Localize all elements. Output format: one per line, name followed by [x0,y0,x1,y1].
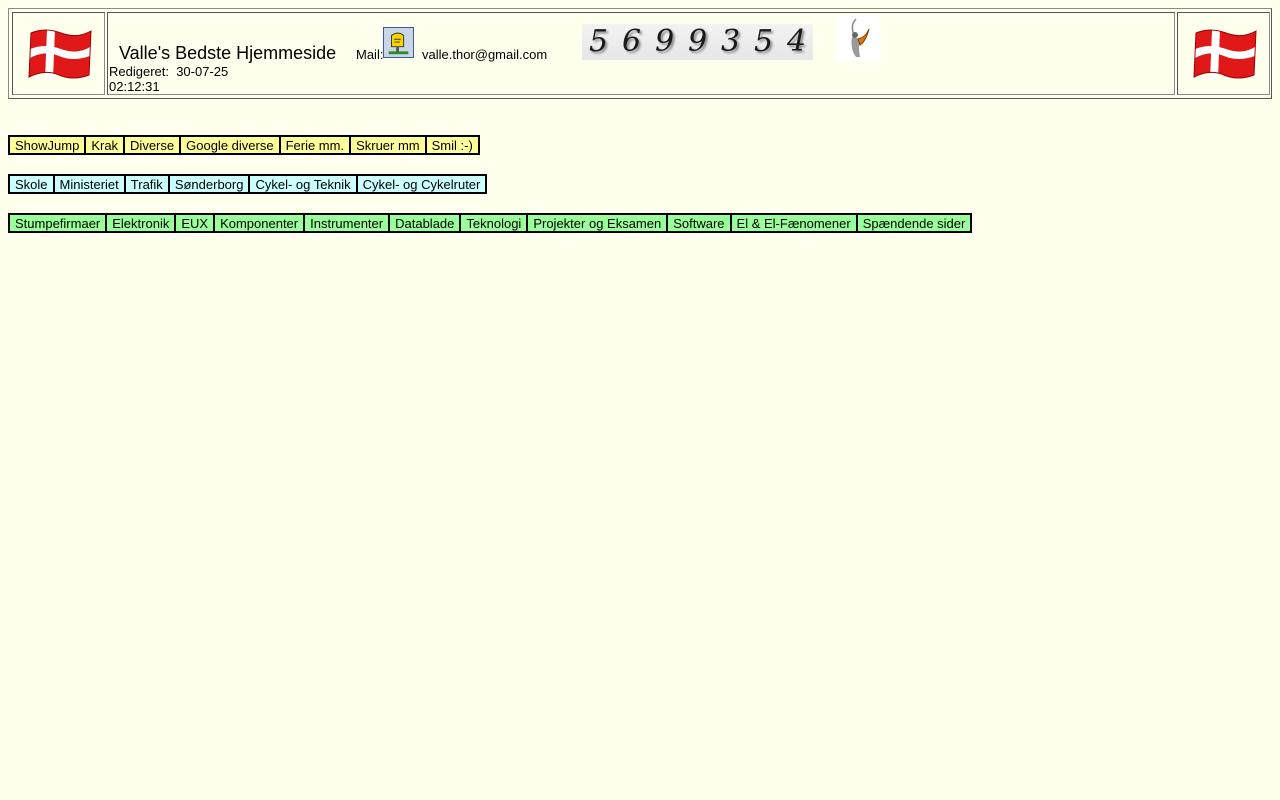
nav-link-datablade[interactable]: Datablade [390,215,462,231]
nav-bar-general: ShowJump Krak Diverse Google diverse Fer… [8,135,480,155]
nav-link-stumpefirmaer[interactable]: Stumpefirmaer [10,215,108,231]
mail-label: Mail: [356,47,384,62]
header-right-cell [1177,12,1270,95]
edited-timestamp: Redigeret: 30-07-25 02:12:31 [109,64,229,94]
nav-link-komponenter[interactable]: Komponenter [215,215,306,231]
mailbox-icon[interactable] [383,27,414,58]
counter-digit: 5 [588,24,609,59]
nav-bar-school-traffic: Skole Ministeriet Trafik Sønderborg Cyke… [8,174,488,194]
nav-link-ferie[interactable]: Ferie mm. [281,137,352,153]
nav-link-krak[interactable]: Krak [86,137,126,153]
nav-link-sonderborg[interactable]: Sønderborg [170,176,251,192]
nav-link-ministeriet[interactable]: Ministeriet [55,176,126,192]
header-main-cell: Valle's Bedste Hjemmeside Mail: valle.th… [107,12,1175,95]
nav-link-showjump[interactable]: ShowJump [10,137,87,153]
counter-digit: 9 [654,24,675,59]
nav-link-smil[interactable]: Smil :-) [427,137,478,153]
counter-digit: 5 [753,24,774,59]
nav-link-spaendende-sider[interactable]: Spændende sider [858,215,971,231]
header-left-cell [12,12,105,95]
bird-icon [836,15,880,61]
mail-address[interactable]: valle.thor@gmail.com [422,47,547,62]
counter-digit: 3 [720,24,741,59]
nav-link-google-diverse[interactable]: Google diverse [181,137,281,153]
danish-flag-icon [28,29,92,80]
visitor-counter: 5 6 9 9 3 5 4 [582,24,813,60]
nav-link-teknologi[interactable]: Teknologi [461,215,529,231]
nav-link-projekter-eksamen[interactable]: Projekter og Eksamen [528,215,669,231]
nav-link-instrumenter[interactable]: Instrumenter [305,215,391,231]
nav-link-skole[interactable]: Skole [10,176,55,192]
counter-digit: 6 [621,24,642,59]
nav-link-skruer[interactable]: Skruer mm [351,137,427,153]
nav-link-eux[interactable]: EUX [176,215,216,231]
danish-flag-icon [1193,29,1257,80]
nav-link-elektronik[interactable]: Elektronik [107,215,177,231]
nav-link-el-faenomener[interactable]: El & El-Fænomener [732,215,858,231]
nav-link-cykel-teknik[interactable]: Cykel- og Teknik [250,176,358,192]
nav-link-trafik[interactable]: Trafik [126,176,170,192]
counter-digit: 9 [687,24,708,59]
nav-link-diverse[interactable]: Diverse [125,137,182,153]
site-title: Valle's Bedste Hjemmeside [119,43,337,63]
nav-link-cykelruter[interactable]: Cykel- og Cykelruter [358,176,486,192]
nav-bar-electronics: Stumpefirmaer Elektronik EUX Komponenter… [8,213,973,233]
nav-link-software[interactable]: Software [668,215,732,231]
header-table: Valle's Bedste Hjemmeside Mail: valle.th… [8,8,1272,99]
counter-digit: 4 [786,24,807,59]
